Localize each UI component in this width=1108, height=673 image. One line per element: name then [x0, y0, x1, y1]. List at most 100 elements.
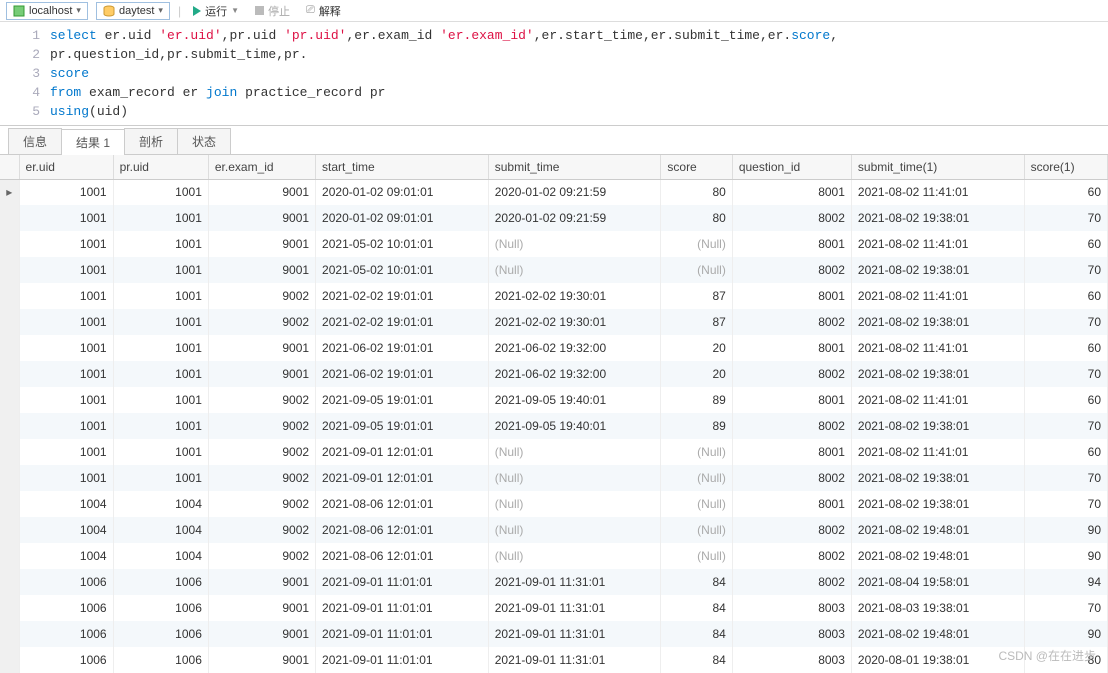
cell[interactable]: 1001: [19, 257, 113, 283]
cell[interactable]: (Null): [488, 465, 661, 491]
table-row[interactable]: 1001100190022021-09-05 19:01:012021-09-0…: [0, 387, 1108, 413]
cell[interactable]: (Null): [661, 465, 732, 491]
cell[interactable]: 1004: [113, 491, 208, 517]
column-header[interactable]: pr.uid: [113, 155, 208, 179]
cell[interactable]: 70: [1024, 595, 1107, 621]
cell[interactable]: 70: [1024, 361, 1107, 387]
cell[interactable]: 1001: [113, 179, 208, 205]
cell[interactable]: 2021-08-02 19:38:01: [851, 361, 1024, 387]
cell[interactable]: 1004: [19, 491, 113, 517]
cell[interactable]: 8002: [732, 517, 851, 543]
tab-3[interactable]: 状态: [177, 128, 231, 154]
cell[interactable]: 1006: [19, 621, 113, 647]
cell[interactable]: 9002: [208, 517, 315, 543]
cell[interactable]: 2021-06-02 19:32:00: [488, 335, 661, 361]
cell[interactable]: 1001: [19, 309, 113, 335]
cell[interactable]: 2021-09-01 12:01:01: [316, 465, 489, 491]
cell[interactable]: 2021-08-02 11:41:01: [851, 283, 1024, 309]
cell[interactable]: 9001: [208, 335, 315, 361]
cell[interactable]: 9001: [208, 621, 315, 647]
table-row[interactable]: 1001100190012021-06-02 19:01:012021-06-0…: [0, 361, 1108, 387]
cell[interactable]: 1006: [113, 647, 208, 673]
column-header[interactable]: score: [661, 155, 732, 179]
table-row[interactable]: 1001100190022021-09-01 12:01:01(Null)(Nu…: [0, 439, 1108, 465]
cell[interactable]: 87: [661, 309, 732, 335]
column-header[interactable]: er.exam_id: [208, 155, 315, 179]
cell[interactable]: 89: [661, 413, 732, 439]
table-row[interactable]: 1001100190022021-09-05 19:01:012021-09-0…: [0, 413, 1108, 439]
cell[interactable]: 9002: [208, 465, 315, 491]
cell[interactable]: 2021-08-02 19:48:01: [851, 517, 1024, 543]
cell[interactable]: 8001: [732, 179, 851, 205]
cell[interactable]: 1001: [19, 465, 113, 491]
cell[interactable]: 2021-09-01 11:01:01: [316, 569, 489, 595]
cell[interactable]: 8002: [732, 543, 851, 569]
tab-1[interactable]: 结果 1: [61, 129, 125, 155]
cell[interactable]: 9001: [208, 231, 315, 257]
cell[interactable]: 8002: [732, 205, 851, 231]
cell[interactable]: 9002: [208, 413, 315, 439]
cell[interactable]: (Null): [488, 543, 661, 569]
cell[interactable]: 2021-09-01 11:01:01: [316, 595, 489, 621]
cell[interactable]: 9002: [208, 439, 315, 465]
cell[interactable]: 70: [1024, 309, 1107, 335]
cell[interactable]: 9001: [208, 205, 315, 231]
cell[interactable]: 2021-08-02 11:41:01: [851, 231, 1024, 257]
cell[interactable]: 2021-09-01 12:01:01: [316, 439, 489, 465]
cell[interactable]: 2021-08-02 11:41:01: [851, 179, 1024, 205]
cell[interactable]: 1004: [19, 543, 113, 569]
cell[interactable]: 1001: [19, 205, 113, 231]
cell[interactable]: 2021-08-02 19:48:01: [851, 543, 1024, 569]
cell[interactable]: 9002: [208, 491, 315, 517]
cell[interactable]: 2021-05-02 10:01:01: [316, 257, 489, 283]
cell[interactable]: 2021-09-01 11:31:01: [488, 595, 661, 621]
cell[interactable]: 2021-08-02 19:38:01: [851, 413, 1024, 439]
cell[interactable]: 1006: [113, 569, 208, 595]
cell[interactable]: 8002: [732, 465, 851, 491]
cell[interactable]: 1001: [113, 465, 208, 491]
cell[interactable]: (Null): [488, 439, 661, 465]
sql-editor[interactable]: 12345 select er.uid 'er.uid',pr.uid 'pr.…: [0, 22, 1108, 126]
cell[interactable]: (Null): [488, 517, 661, 543]
cell[interactable]: 8002: [732, 413, 851, 439]
cell[interactable]: 2021-08-06 12:01:01: [316, 517, 489, 543]
cell[interactable]: 2021-09-05 19:40:01: [488, 413, 661, 439]
cell[interactable]: 94: [1024, 569, 1107, 595]
cell[interactable]: 70: [1024, 413, 1107, 439]
cell[interactable]: 8001: [732, 439, 851, 465]
cell[interactable]: 2021-09-01 11:31:01: [488, 647, 661, 673]
cell[interactable]: 9002: [208, 387, 315, 413]
cell[interactable]: 84: [661, 647, 732, 673]
cell[interactable]: 2020-01-02 09:21:59: [488, 179, 661, 205]
cell[interactable]: 1001: [19, 231, 113, 257]
cell[interactable]: 70: [1024, 257, 1107, 283]
column-header[interactable]: submit_time(1): [851, 155, 1024, 179]
cell[interactable]: 1006: [113, 595, 208, 621]
cell[interactable]: 9002: [208, 543, 315, 569]
cell[interactable]: 80: [661, 205, 732, 231]
cell[interactable]: 90: [1024, 621, 1107, 647]
column-header[interactable]: start_time: [316, 155, 489, 179]
cell[interactable]: 8002: [732, 309, 851, 335]
cell[interactable]: (Null): [488, 231, 661, 257]
cell[interactable]: 1001: [113, 387, 208, 413]
cell[interactable]: 2021-09-05 19:40:01: [488, 387, 661, 413]
cell[interactable]: 9001: [208, 647, 315, 673]
column-header[interactable]: submit_time: [488, 155, 661, 179]
cell[interactable]: 2021-08-02 11:41:01: [851, 387, 1024, 413]
cell[interactable]: 1001: [19, 413, 113, 439]
cell[interactable]: 2020-01-02 09:01:01: [316, 205, 489, 231]
cell[interactable]: 2021-08-02 19:38:01: [851, 491, 1024, 517]
tab-0[interactable]: 信息: [8, 128, 62, 154]
cell[interactable]: 60: [1024, 387, 1107, 413]
cell[interactable]: 70: [1024, 465, 1107, 491]
database-selector[interactable]: daytest ▾: [96, 2, 170, 20]
cell[interactable]: 1001: [19, 335, 113, 361]
cell[interactable]: 1001: [113, 309, 208, 335]
connection-selector[interactable]: localhost ▾: [6, 2, 88, 20]
cell[interactable]: 1001: [19, 179, 113, 205]
cell[interactable]: 2021-05-02 10:01:01: [316, 231, 489, 257]
cell[interactable]: 2021-06-02 19:32:00: [488, 361, 661, 387]
table-row[interactable]: 1006100690012021-09-01 11:01:012021-09-0…: [0, 569, 1108, 595]
cell[interactable]: 70: [1024, 491, 1107, 517]
